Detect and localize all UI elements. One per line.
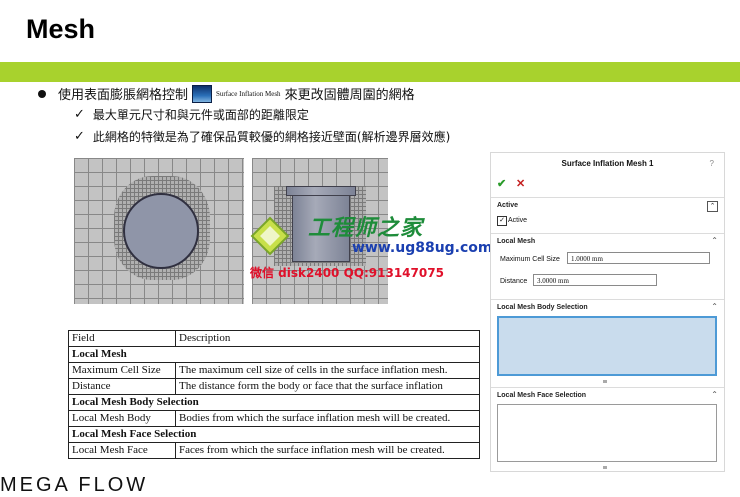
- ok-button[interactable]: ✔: [497, 177, 506, 190]
- table-cell-description: Bodies from which the surface inflation …: [175, 410, 480, 427]
- close-icon: ✕: [516, 178, 526, 190]
- cylinder-body: [123, 193, 199, 269]
- collapse-icon[interactable]: ⌃: [707, 201, 718, 212]
- watermark: 工程师之家 www.ug88ug.com 微信 disk2400 QQ:9131…: [250, 210, 493, 282]
- cancel-button[interactable]: ✕: [516, 177, 525, 190]
- face-selection-section: Local Mesh Face Selection ⌃: [491, 387, 724, 472]
- sub-bullet-2: ✓ 此網格的特徵是為了確保品質較優的網格接近壁面(解析邊界層效應): [74, 128, 450, 145]
- resize-handle[interactable]: [603, 380, 607, 383]
- sub-bullet-text: 最大單元尺寸和與元件或面部的距離限定: [92, 108, 309, 122]
- table-section-row: Local Mesh: [68, 346, 480, 363]
- local-mesh-header: Local Mesh: [497, 238, 536, 245]
- table-section-label: Local Mesh Face Selection: [68, 426, 480, 443]
- table-cell-field: Local Mesh Face: [68, 442, 176, 459]
- surface-inflation-mesh-panel: Surface Inflation Mesh 1 ? ✔ ✕ Active ⌃ …: [490, 152, 725, 472]
- active-checkbox[interactable]: ✓: [497, 216, 507, 226]
- checkmark-icon: ✔: [497, 178, 507, 190]
- footer-logo-text: MEGA FLOW: [0, 474, 149, 496]
- table-section-row: Local Mesh Face Selection: [68, 426, 480, 443]
- resize-handle[interactable]: [603, 466, 607, 469]
- help-icon[interactable]: ?: [710, 159, 714, 168]
- bullet-text-pre: 使用表面膨脹網格控制: [58, 88, 189, 103]
- bullet-text-post: 來更改固體周圍的網格: [284, 88, 415, 103]
- watermark-logo-icon: [250, 216, 290, 256]
- face-selection-box[interactable]: [497, 404, 717, 462]
- title-accent-bar: [0, 62, 740, 82]
- table-row: Maximum Cell Size The maximum cell size o…: [68, 362, 480, 379]
- table-header-description: Description: [175, 330, 480, 347]
- surface-inflation-mesh-icon: [192, 84, 213, 103]
- body-selection-header: Local Mesh Body Selection: [497, 304, 588, 311]
- chevron-up-icon[interactable]: ⌃: [711, 302, 718, 311]
- distance-label: Distance: [500, 278, 528, 285]
- field-description-table: Field Description Local Mesh Maximum Cell…: [68, 330, 480, 459]
- table-cell-description: Faces from which the surface inflation m…: [175, 442, 480, 459]
- table-row: Local Mesh Body Bodies from which the sur…: [68, 410, 480, 427]
- table-cell-field: Maximum Cell Size: [68, 362, 176, 379]
- main-bullet: 使用表面膨脹網格控制 Surface Inflation Mesh 來更改固體周…: [38, 84, 415, 103]
- panel-title: Surface Inflation Mesh 1: [561, 159, 654, 168]
- body-selection-section: Local Mesh Body Selection ⌃: [491, 299, 724, 386]
- table-header-row: Field Description: [68, 330, 480, 347]
- table-cell-field: Distance: [68, 378, 176, 395]
- table-cell-description: The maximum cell size of cells in the su…: [175, 362, 480, 379]
- watermark-contact: 微信 disk2400 QQ:913147075: [250, 266, 444, 280]
- active-checkbox-label: Active: [508, 217, 528, 224]
- table-header-field: Field: [68, 330, 176, 347]
- table-cell-field: Local Mesh Body: [68, 410, 176, 427]
- table-section-label: Local Mesh: [68, 346, 480, 363]
- watermark-url: www.ug88ug.com: [352, 240, 493, 256]
- chevron-up-icon[interactable]: ⌃: [711, 236, 718, 245]
- solid-body-top: [286, 186, 356, 196]
- table-cell-description: The distance form the body or face that …: [175, 378, 480, 395]
- face-selection-header: Local Mesh Face Selection: [497, 392, 587, 399]
- slide-title: Mesh: [26, 14, 96, 44]
- active-section-header: Active: [497, 202, 519, 209]
- check-icon: ✓: [74, 107, 85, 122]
- table-section-label: Local Mesh Body Selection: [68, 394, 480, 411]
- chevron-up-icon[interactable]: ⌃: [711, 390, 718, 399]
- max-cell-size-input[interactable]: 1.0000 mm: [567, 252, 710, 264]
- sub-bullet-1: ✓ 最大單元尺寸和與元件或面部的距離限定: [74, 106, 309, 123]
- local-mesh-section: Local Mesh ⌃ Maximum Cell Size 1.0000 mm…: [491, 233, 724, 298]
- sub-bullet-text: 此網格的特徵是為了確保品質較優的網格接近壁面(解析邊界層效應): [92, 130, 451, 144]
- distance-input[interactable]: 3.0000 mm: [533, 274, 657, 286]
- surface-inflation-mesh-label: Surface Inflation Mesh: [216, 89, 281, 98]
- max-cell-size-label: Maximum Cell Size: [500, 256, 560, 263]
- body-selection-box[interactable]: [497, 316, 717, 376]
- table-row: Distance The distance form the body or fa…: [68, 378, 480, 395]
- bullet-dot: [38, 89, 46, 98]
- table-row: Local Mesh Face Faces from which the surf…: [68, 442, 480, 459]
- check-icon: ✓: [74, 129, 85, 144]
- watermark-title: 工程师之家: [308, 215, 424, 241]
- mesh-image-cylinder: [74, 158, 244, 304]
- table-section-row: Local Mesh Body Selection: [68, 394, 480, 411]
- active-section: Active ⌃ ✓ Active: [491, 197, 724, 232]
